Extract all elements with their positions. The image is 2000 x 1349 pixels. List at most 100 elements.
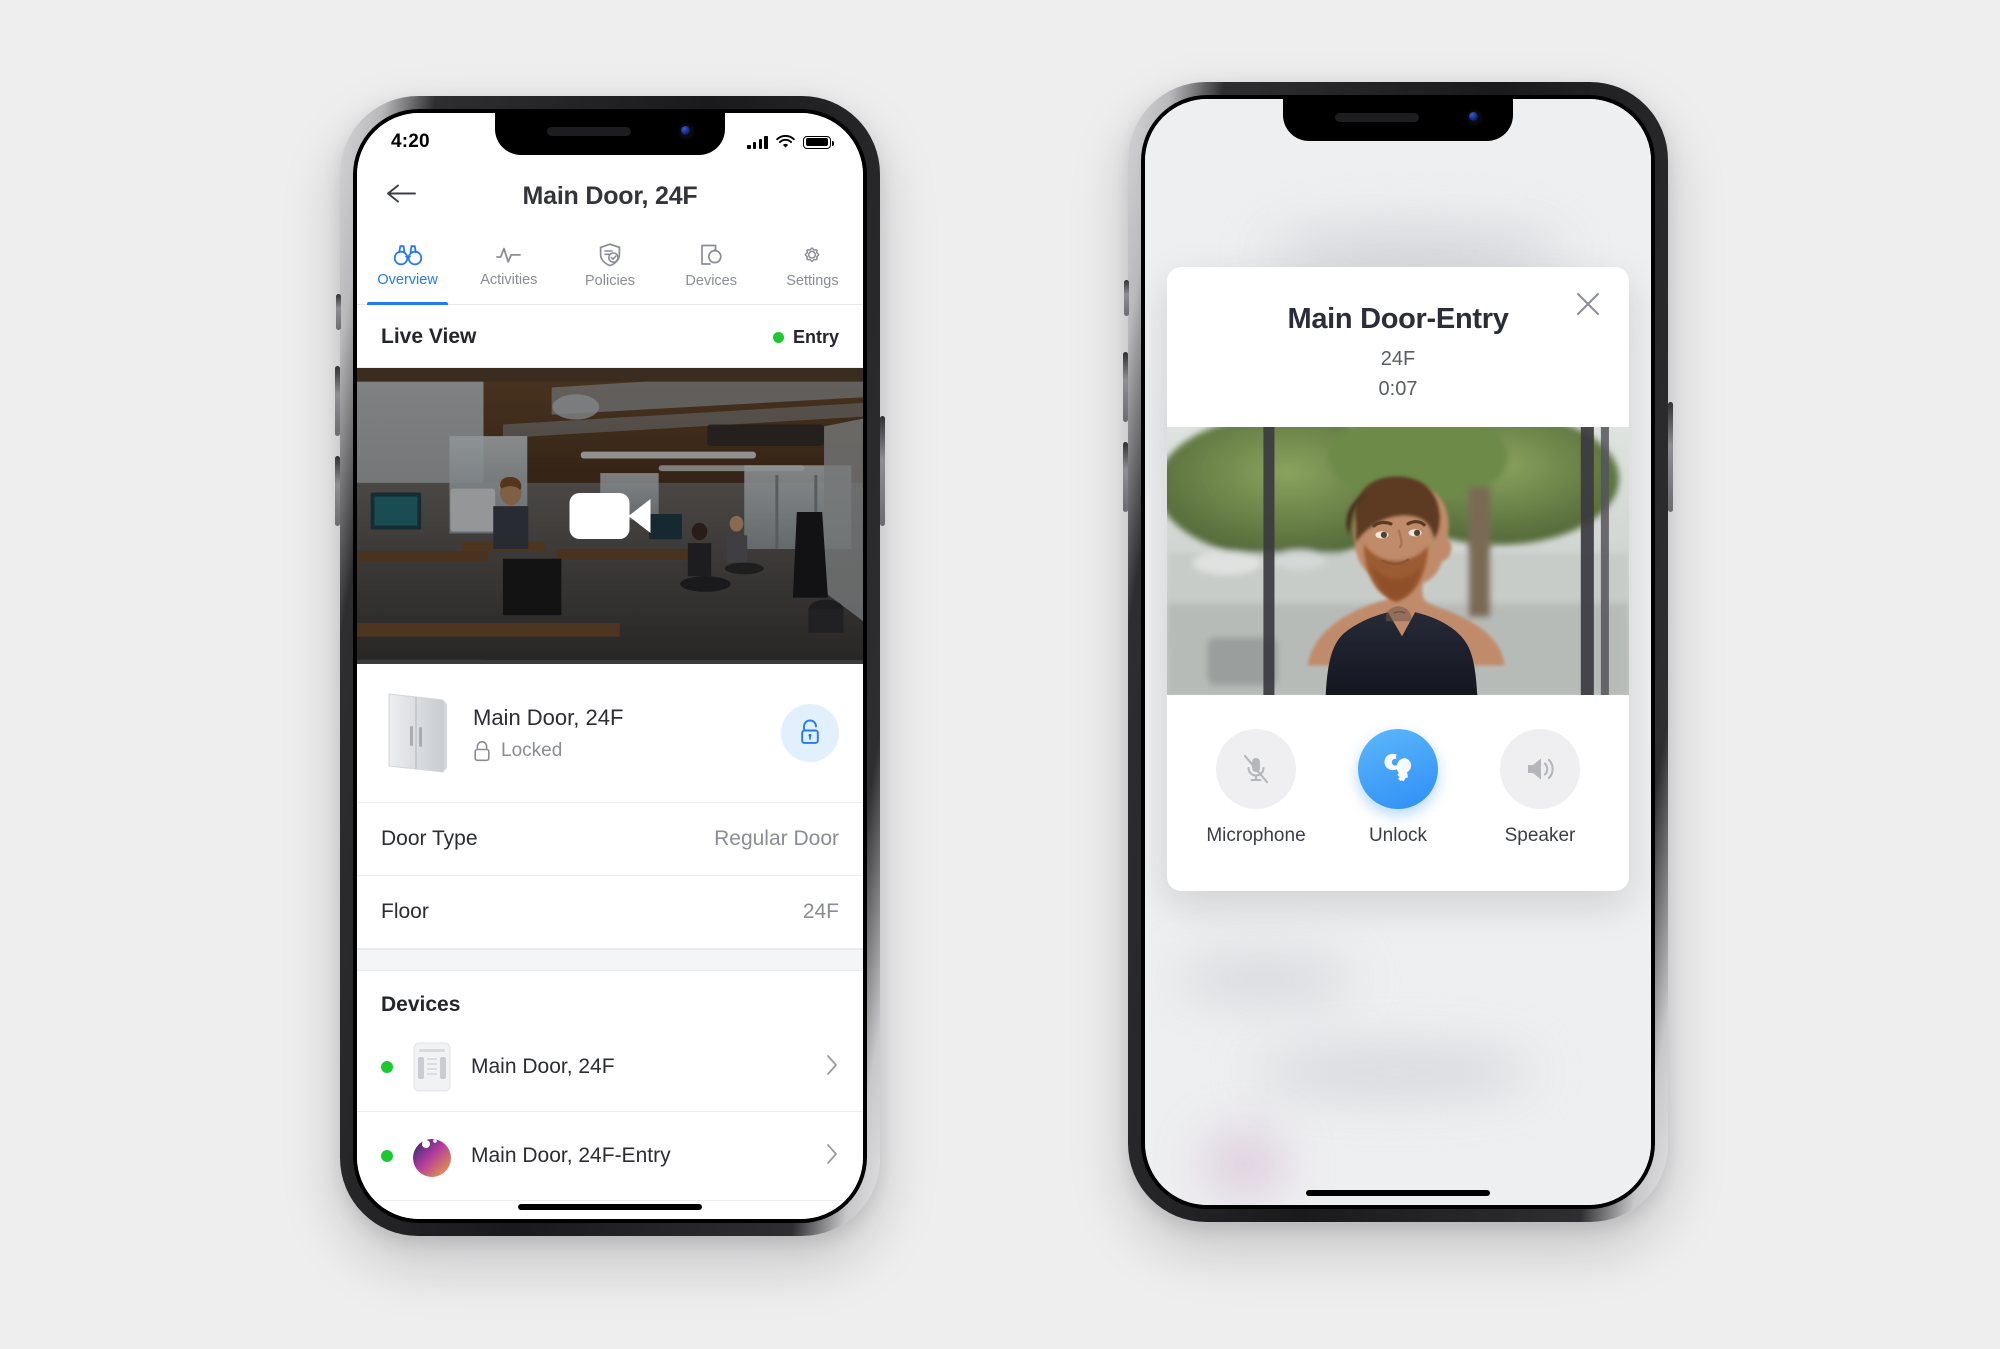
- shield-check-icon: [599, 243, 621, 267]
- phone-screen-left: 4:20 Main Door, 24F Overview Activities …: [357, 113, 863, 1219]
- wifi-icon: [776, 135, 795, 148]
- live-view-title: Live View: [381, 325, 477, 348]
- speaker-label: Speaker: [1504, 825, 1576, 846]
- tab-overview[interactable]: Overview: [357, 227, 458, 305]
- entry-status-label: Entry: [792, 326, 839, 347]
- detail-key: Floor: [381, 900, 429, 923]
- tab-settings-label: Settings: [786, 273, 839, 289]
- chevron-right-icon[interactable]: [825, 1142, 839, 1171]
- speaker-icon: [1528, 758, 1554, 780]
- double-door-icon: [381, 688, 453, 778]
- screenshot-stage: 4:20 Main Door, 24F Overview Activities …: [0, 0, 2000, 1349]
- device-online-dot-icon: [381, 1150, 393, 1162]
- arrow-left-icon[interactable]: [385, 182, 417, 211]
- device-list-item[interactable]: Main Door, 24F-Entry: [357, 1112, 863, 1201]
- home-indicator[interactable]: [518, 1204, 702, 1210]
- door-lock-label: Locked: [501, 739, 563, 761]
- volume-up-button[interactable]: [335, 366, 340, 436]
- device-name: Main Door, 24F-Entry: [471, 1144, 671, 1167]
- tab-devices[interactable]: Devices: [661, 227, 762, 304]
- live-view-video[interactable]: [357, 368, 863, 664]
- tab-devices-label: Devices: [685, 273, 737, 289]
- status-icons: [747, 135, 834, 149]
- device-icon: [701, 244, 722, 265]
- lock-closed-icon: [474, 740, 490, 761]
- notch-right: [1283, 99, 1513, 141]
- earpiece-speaker: [547, 127, 631, 136]
- tab-settings[interactable]: Settings: [762, 227, 863, 304]
- device-online-dot-icon: [381, 1061, 393, 1073]
- status-dot-icon: [772, 331, 784, 343]
- mute-switch[interactable]: [336, 294, 341, 330]
- video-play-icon[interactable]: [569, 493, 651, 539]
- page-title: Main Door, 24F: [522, 181, 698, 210]
- power-button[interactable]: [880, 416, 885, 526]
- phone-bezel-right: Main Door-Entry 24F 0:07 Microphone Unlo…: [1141, 95, 1655, 1209]
- unlock-button[interactable]: Unlock: [1327, 729, 1469, 847]
- tab-activities-label: Activities: [480, 272, 538, 288]
- speaker-button[interactable]: Speaker: [1469, 729, 1611, 847]
- unlock-button[interactable]: [781, 704, 839, 762]
- detail-value: Regular Door: [714, 827, 839, 850]
- volume-down-button[interactable]: [335, 456, 340, 526]
- volume-down-button[interactable]: [1123, 442, 1128, 512]
- mute-switch[interactable]: [1124, 280, 1129, 316]
- tab-bar: Overview Activities Policies Devices Set…: [357, 227, 863, 305]
- app-screen-overview: Main Door, 24F Overview Activities Polic…: [357, 113, 863, 1219]
- entry-status: Entry: [772, 326, 839, 348]
- volume-up-button[interactable]: [1123, 352, 1128, 422]
- detail-row-floor: Floor 24F: [357, 876, 863, 949]
- detail-key: Door Type: [381, 827, 478, 850]
- unlock-label: Unlock: [1368, 825, 1428, 846]
- tab-policies[interactable]: Policies: [559, 227, 660, 304]
- home-indicator[interactable]: [1306, 1190, 1490, 1196]
- microphone-button-circle: [1216, 729, 1296, 809]
- microphone-muted-icon: [1243, 754, 1269, 784]
- tab-overview-label: Overview: [377, 272, 438, 288]
- earpiece-speaker: [1335, 113, 1419, 122]
- tab-policies-label: Policies: [585, 273, 635, 289]
- microphone-label: Microphone: [1206, 825, 1306, 846]
- intercom-camera-icon: [409, 1128, 455, 1184]
- modal-subtitle: 24F: [1380, 348, 1416, 370]
- device-name: Main Door, 24F: [471, 1055, 615, 1078]
- notch-left: [495, 113, 725, 155]
- microphone-button[interactable]: Microphone: [1185, 729, 1327, 847]
- door-summary-card: Main Door, 24F Locked: [357, 664, 863, 803]
- intercom-call-modal: Main Door-Entry 24F 0:07 Microphone Unlo…: [1167, 267, 1629, 891]
- call-action-bar: Microphone Unlock Speaker: [1167, 695, 1629, 891]
- phone-device-left: 4:20 Main Door, 24F Overview Activities …: [335, 96, 885, 1236]
- gear-icon: [805, 247, 820, 263]
- battery-full-icon: [803, 135, 834, 149]
- visitor-video-image: [1167, 427, 1629, 695]
- intercom-video-feed[interactable]: [1167, 427, 1629, 695]
- close-icon[interactable]: [1573, 289, 1603, 324]
- chevron-right-icon[interactable]: [825, 1053, 839, 1082]
- detail-value: 24F: [802, 900, 839, 923]
- live-view-header: Live View Entry: [357, 305, 863, 368]
- unlock-icon: [801, 719, 819, 744]
- pulse-icon: [495, 247, 521, 263]
- cellular-bars-icon: [747, 135, 768, 149]
- front-camera-icon: [1466, 109, 1483, 126]
- devices-section-title: Devices: [381, 993, 461, 1016]
- door-card-text: Main Door, 24F Locked: [473, 705, 623, 762]
- binoculars-icon: [393, 245, 422, 266]
- phone-device-right: Main Door-Entry 24F 0:07 Microphone Unlo…: [1123, 82, 1673, 1222]
- detail-row-door-type: Door Type Regular Door: [357, 803, 863, 876]
- tab-activities[interactable]: Activities: [458, 227, 559, 304]
- keys-icon: [1384, 753, 1412, 782]
- status-time: 4:20: [391, 131, 430, 152]
- door-lock-state: Locked: [473, 740, 623, 762]
- modal-header: Main Door-Entry 24F 0:07: [1167, 267, 1629, 427]
- call-timer: 0:07: [1378, 378, 1418, 400]
- power-button[interactable]: [1668, 402, 1673, 512]
- device-list-item[interactable]: Main Door, 24F: [357, 1023, 863, 1112]
- modal-title: Main Door-Entry: [1287, 303, 1509, 335]
- front-camera-icon: [678, 123, 695, 140]
- app-navbar: Main Door, 24F: [357, 165, 863, 227]
- speaker-button-circle: [1500, 729, 1580, 809]
- phone-bezel-left: 4:20 Main Door, 24F Overview Activities …: [353, 109, 867, 1223]
- door-name: Main Door, 24F: [473, 704, 624, 730]
- unlock-button-circle: [1358, 729, 1438, 809]
